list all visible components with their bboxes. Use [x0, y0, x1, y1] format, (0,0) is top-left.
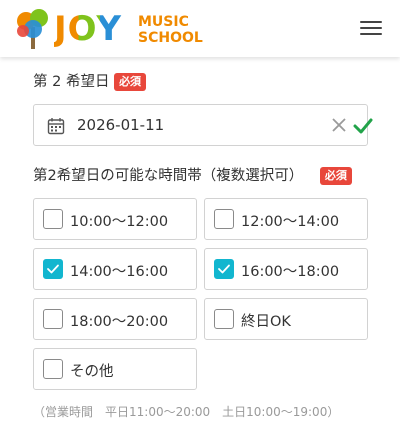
clear-x-icon[interactable]	[330, 116, 348, 134]
checkbox[interactable]	[214, 209, 234, 229]
time-slot-label: 10:00～12:00	[70, 214, 169, 230]
time-slot-option[interactable]: 18:00～20:00	[33, 298, 197, 340]
date-value: 2026-01-11	[77, 116, 165, 134]
checkbox-checked[interactable]	[214, 259, 234, 279]
time-slots-label: 第2希望日の可能な時間帯（複数選択可）	[33, 168, 304, 184]
checkmark-icon	[47, 264, 59, 274]
hamburger-menu-icon[interactable]	[358, 18, 384, 38]
tree-logo-icon	[17, 9, 48, 49]
calendar-icon[interactable]	[47, 117, 65, 135]
time-slot-option[interactable]: その他	[33, 348, 197, 390]
checkbox[interactable]	[214, 309, 234, 329]
required-badge: 必須	[114, 73, 147, 91]
checkbox-checked[interactable]	[43, 259, 63, 279]
checkbox[interactable]	[43, 309, 63, 329]
second-choice-date-input[interactable]: 2026-01-11	[33, 104, 373, 146]
checkmark-icon	[218, 264, 230, 274]
business-hours-note: （営業時間 平日11:00～20:00 土日10:00～19:00）	[33, 405, 340, 419]
time-slot-label: 終日OK	[241, 314, 291, 330]
checkbox[interactable]	[43, 359, 63, 379]
time-slot-label: 18:00～20:00	[70, 314, 169, 330]
logo-music-text: MUSIC	[138, 14, 189, 30]
time-slot-option[interactable]: 終日OK	[204, 298, 368, 340]
joy-music-school-logo[interactable]: JOY MUSIC SCHOOL	[14, 7, 210, 51]
required-badge: 必須	[319, 167, 352, 185]
valid-check-icon	[353, 118, 373, 134]
time-slot-label: 16:00～18:00	[241, 264, 340, 280]
site-header: JOY MUSIC SCHOOL	[0, 0, 400, 57]
time-slot-option[interactable]: 16:00～18:00	[204, 248, 368, 290]
time-slot-option[interactable]: 12:00～14:00	[204, 198, 368, 240]
time-slot-option[interactable]: 10:00～12:00	[33, 198, 197, 240]
time-slot-label: 14:00～16:00	[70, 264, 169, 280]
checkbox[interactable]	[43, 209, 63, 229]
logo-word: JOY	[54, 9, 122, 49]
time-slot-label: その他	[70, 364, 114, 380]
second-choice-date-label-row: 第 2 希望日 必須	[33, 70, 147, 91]
time-slots-label-row: 第2希望日の可能な時間帯（複数選択可） 必須	[33, 164, 352, 185]
time-slot-label: 12:00～14:00	[241, 214, 340, 230]
second-choice-date-label: 第 2 希望日	[33, 74, 110, 90]
time-slot-option[interactable]: 14:00～16:00	[33, 248, 197, 290]
logo-school-text: SCHOOL	[138, 30, 203, 46]
